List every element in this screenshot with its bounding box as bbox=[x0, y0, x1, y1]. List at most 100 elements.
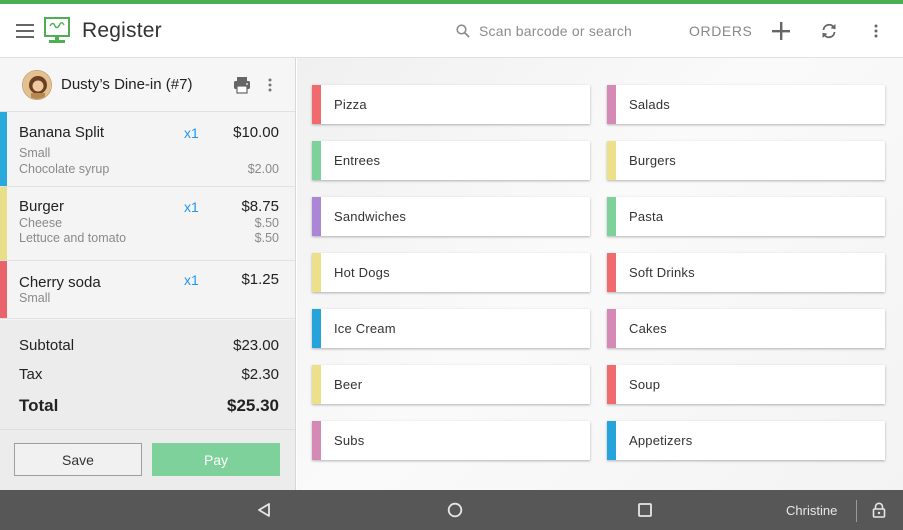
avatar bbox=[22, 69, 52, 100]
category-button-cakes[interactable]: Cakes bbox=[607, 309, 885, 348]
search-placeholder: Scan barcode or search bbox=[479, 23, 633, 39]
category-button-burgers[interactable]: Burgers bbox=[607, 141, 885, 180]
home-icon[interactable] bbox=[435, 490, 475, 530]
order-line-item[interactable]: Cherry soda x1 $1.25 Small bbox=[0, 261, 295, 319]
item-price: $8.75 bbox=[241, 198, 279, 215]
category-button-soup[interactable]: Soup bbox=[607, 365, 885, 404]
category-color-bar bbox=[312, 85, 321, 124]
orders-button[interactable]: ORDERS bbox=[689, 4, 753, 58]
order-overflow-menu-icon[interactable] bbox=[262, 73, 278, 97]
category-button-ice-cream[interactable]: Ice Cream bbox=[312, 309, 590, 348]
item-name: Burger bbox=[19, 198, 65, 215]
pay-button[interactable]: Pay bbox=[152, 443, 280, 476]
category-color-bar bbox=[312, 309, 321, 348]
category-label: Hot Dogs bbox=[334, 265, 390, 280]
current-user-name[interactable]: Christine bbox=[786, 490, 837, 530]
category-button-entrees[interactable]: Entrees bbox=[312, 141, 590, 180]
back-icon[interactable] bbox=[244, 490, 284, 530]
system-navigation-bar: Christine bbox=[0, 490, 903, 530]
category-color-bar bbox=[0, 187, 7, 260]
order-line-item[interactable]: Banana Split x1 $10.00 Small Chocolate s… bbox=[0, 112, 295, 187]
category-label: Cakes bbox=[629, 321, 667, 336]
category-button-pizza[interactable]: Pizza bbox=[312, 85, 590, 124]
item-modifier: Small bbox=[19, 291, 51, 305]
category-color-bar bbox=[312, 141, 321, 180]
order-header: Dusty’s Dine-in (#7) bbox=[0, 58, 295, 112]
category-label: Pasta bbox=[629, 209, 664, 224]
category-color-bar bbox=[607, 141, 616, 180]
category-label: Subs bbox=[334, 433, 365, 448]
category-label: Appetizers bbox=[629, 433, 693, 448]
subtotal-label: Subtotal bbox=[19, 337, 75, 354]
category-color-bar bbox=[607, 85, 616, 124]
order-title: Dusty’s Dine-in (#7) bbox=[61, 76, 193, 93]
category-color-bar bbox=[312, 365, 321, 404]
item-modifier-price: $2.00 bbox=[247, 162, 279, 176]
category-button-subs[interactable]: Subs bbox=[312, 421, 590, 460]
category-color-bar bbox=[0, 112, 7, 186]
category-button-beer[interactable]: Beer bbox=[312, 365, 590, 404]
category-color-bar bbox=[607, 365, 616, 404]
item-modifier: Cheese bbox=[19, 216, 63, 230]
category-label: Pizza bbox=[334, 97, 367, 112]
category-label: Sandwiches bbox=[334, 209, 407, 224]
category-button-soft-drinks[interactable]: Soft Drinks bbox=[607, 253, 885, 292]
tax-label: Tax bbox=[19, 366, 43, 383]
category-button-pasta[interactable]: Pasta bbox=[607, 197, 885, 236]
category-color-bar bbox=[607, 421, 616, 460]
item-modifier-price: $.50 bbox=[254, 216, 279, 230]
register-logo-icon bbox=[44, 16, 72, 46]
category-label: Salads bbox=[629, 97, 670, 112]
category-button-salads[interactable]: Salads bbox=[607, 85, 885, 124]
category-color-bar bbox=[312, 421, 321, 460]
category-label: Ice Cream bbox=[334, 321, 396, 336]
item-name: Cherry soda bbox=[19, 274, 101, 291]
order-panel: Dusty’s Dine-in (#7) Banana Split x1 $10… bbox=[0, 58, 296, 490]
total-value: $25.30 bbox=[227, 396, 279, 415]
order-totals: Subtotal $23.00 Tax $2.30 Total $25.30 bbox=[0, 320, 295, 430]
recent-apps-icon[interactable] bbox=[625, 490, 665, 530]
order-line-item[interactable]: Burger x1 $8.75 Cheese $.50 Lettuce and … bbox=[0, 187, 295, 261]
category-label: Burgers bbox=[629, 153, 676, 168]
category-color-bar bbox=[607, 197, 616, 236]
item-modifier-price: $.50 bbox=[254, 231, 279, 245]
category-label: Soft Drinks bbox=[629, 265, 695, 280]
search-bar[interactable]: Scan barcode or search bbox=[456, 4, 632, 58]
tax-value: $2.30 bbox=[241, 366, 279, 383]
category-button-appetizers[interactable]: Appetizers bbox=[607, 421, 885, 460]
category-grid: Pizza Salads Entrees Burgers Sandwiches … bbox=[297, 58, 903, 490]
hamburger-menu-icon[interactable] bbox=[0, 4, 50, 58]
item-modifier: Small bbox=[19, 146, 51, 160]
lock-icon[interactable] bbox=[866, 490, 892, 530]
category-color-bar bbox=[607, 253, 616, 292]
category-button-sandwiches[interactable]: Sandwiches bbox=[312, 197, 590, 236]
subtotal-value: $23.00 bbox=[233, 337, 279, 354]
category-label: Soup bbox=[629, 377, 661, 392]
item-price: $1.25 bbox=[241, 271, 279, 288]
overflow-menu-icon[interactable] bbox=[861, 4, 891, 58]
category-color-bar bbox=[312, 253, 321, 292]
item-modifier: Lettuce and tomato bbox=[19, 231, 127, 245]
add-icon[interactable] bbox=[766, 4, 796, 58]
item-price: $10.00 bbox=[233, 124, 279, 141]
printer-icon[interactable] bbox=[232, 75, 252, 95]
category-label: Entrees bbox=[334, 153, 381, 168]
category-color-bar bbox=[312, 197, 321, 236]
top-app-bar: Register Scan barcode or search ORDERS bbox=[0, 4, 903, 58]
order-actions: Save Pay bbox=[0, 430, 295, 490]
item-quantity: x1 bbox=[184, 272, 199, 288]
app-title: Register bbox=[82, 18, 162, 42]
item-quantity: x1 bbox=[184, 125, 199, 141]
save-button[interactable]: Save bbox=[14, 443, 142, 476]
category-label: Beer bbox=[334, 377, 363, 392]
refresh-icon[interactable] bbox=[814, 4, 844, 58]
total-label: Total bbox=[19, 396, 59, 415]
category-color-bar bbox=[607, 309, 616, 348]
search-icon bbox=[456, 24, 470, 38]
item-modifier: Chocolate syrup bbox=[19, 162, 110, 176]
item-name: Banana Split bbox=[19, 124, 105, 141]
category-button-hot-dogs[interactable]: Hot Dogs bbox=[312, 253, 590, 292]
divider bbox=[856, 500, 857, 522]
item-quantity: x1 bbox=[184, 199, 199, 215]
category-color-bar bbox=[0, 261, 7, 318]
